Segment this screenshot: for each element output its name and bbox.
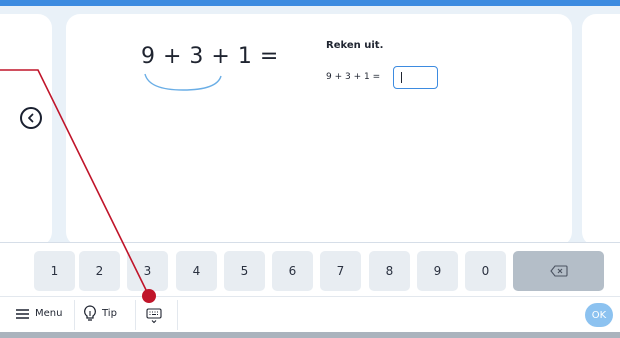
annotation-marker	[142, 289, 156, 303]
annotation-line	[0, 69, 150, 297]
annotation-overlay	[0, 69, 156, 303]
